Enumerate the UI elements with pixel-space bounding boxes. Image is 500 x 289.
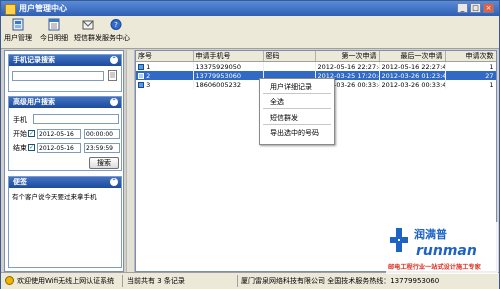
password-cell: [263, 61, 316, 71]
table-header: 序号 申请手机号 密码 第一次申请 最后一次申请 申请次数: [136, 51, 496, 62]
panel-header[interactable]: 便签 ⌃: [9, 177, 121, 188]
phone-cell: 13779953060: [193, 71, 264, 80]
apply-count-cell: 1: [445, 80, 496, 89]
toolbar-label: 短信群发: [74, 34, 102, 42]
search-button[interactable]: 搜索: [89, 157, 119, 169]
toolbar: 用户管理 今日明细 短信群发 ? 服务中心: [1, 16, 499, 49]
column-header[interactable]: 第一次申请: [315, 51, 380, 62]
document-icon[interactable]: [107, 70, 118, 81]
last-apply-cell: 2012-03-26 00:33:47: [379, 80, 446, 89]
end-time-value: 23:59:59: [86, 145, 113, 152]
start-date-picker[interactable]: 2012-05-16: [37, 129, 81, 139]
menu-item-export-selected[interactable]: 导出选中的号码: [270, 128, 319, 138]
end-date-value: 2012-05-16: [39, 145, 74, 152]
toolbar-daily-detail[interactable]: 今日明细: [39, 18, 69, 47]
svg-text:?: ?: [114, 21, 118, 29]
menu-item-sms-broadcast[interactable]: 短信群发: [270, 113, 298, 123]
end-date-picker[interactable]: 2012-05-16: [37, 143, 81, 153]
close-button[interactable]: ×: [483, 3, 494, 13]
start-time-value: 00:00:00: [86, 131, 113, 138]
toolbar-label: 今日明细: [40, 34, 68, 42]
phone-search-input[interactable]: [12, 71, 104, 81]
column-header[interactable]: 序号: [136, 51, 194, 62]
record-icon: [138, 81, 144, 88]
context-menu: 用户详细记录 全选 短信群发 导出选中的号码: [259, 78, 335, 145]
brand-english: runman: [416, 243, 477, 259]
start-time-picker[interactable]: 00:00:00: [84, 129, 120, 139]
row-number-cell: 2: [136, 71, 194, 80]
record-icon: [138, 72, 144, 79]
status-divider: [237, 275, 238, 287]
phone-cell: 18606005232: [193, 80, 264, 89]
memo-panel: 便签 ⌃ 有个客户说今天要过来拿手机: [8, 176, 122, 268]
panel-header[interactable]: 高级用户搜索 ⌃: [9, 97, 121, 108]
left-pane: 手机记录搜索 ⌃ 高级用户搜索 ⌃ 手机 开始 ✓ 2012-05-16 00:…: [4, 50, 124, 272]
column-header[interactable]: 密码: [263, 51, 316, 62]
user-manage-icon: [12, 18, 24, 31]
last-apply-cell: 2012-03-26 01:23:46: [379, 71, 446, 80]
menu-separator: [263, 93, 331, 94]
column-header[interactable]: 最后一次申请: [379, 51, 446, 62]
row-number: 3: [146, 80, 151, 89]
panel-header[interactable]: 手机记录搜索 ⌃: [9, 55, 121, 66]
advanced-search-panel: 高级用户搜索 ⌃ 手机 开始 ✓ 2012-05-16 00:00:00 结束 …: [8, 96, 122, 171]
toolbar-label: 服务中心: [102, 34, 130, 42]
app-icon: [5, 4, 16, 15]
panel-title: 手机记录搜索: [13, 56, 55, 64]
envelope-icon: [82, 20, 94, 30]
start-checkbox[interactable]: ✓: [28, 130, 35, 137]
window-title: 用户管理中心: [19, 4, 67, 13]
maximize-button[interactable]: □: [470, 3, 481, 13]
start-date-value: 2012-05-16: [39, 131, 74, 138]
collapse-icon[interactable]: ⌃: [110, 98, 118, 106]
brand-name: 润满普: [414, 227, 447, 241]
apply-count-cell: 1: [445, 61, 496, 71]
menu-separator: [263, 108, 331, 109]
toolbar-user-manage[interactable]: 用户管理: [3, 18, 33, 47]
row-number-cell: 1: [136, 61, 194, 71]
daily-detail-icon: [48, 18, 60, 31]
runman-logo: 润满普 runman 邮电工程行业一站式设计施工专家: [386, 222, 498, 274]
start-label: 开始: [13, 130, 27, 138]
phone-search-panel: 手机记录搜索 ⌃: [8, 54, 122, 92]
status-info-icon: [5, 276, 14, 285]
column-header[interactable]: 申请次数: [445, 51, 496, 62]
toolbar-sms-broadcast[interactable]: 短信群发: [73, 18, 103, 47]
status-company: 厦门雷泉网络科技有限公司 全国技术服务热线：13779953060: [241, 277, 440, 285]
column-header[interactable]: 申请手机号: [193, 51, 264, 62]
panel-title: 高级用户搜索: [13, 98, 55, 106]
status-welcome: 欢迎使用Wifi无线上网认证系统: [17, 277, 115, 285]
end-time-picker[interactable]: 23:59:59: [84, 143, 120, 153]
collapse-icon[interactable]: ⌃: [110, 178, 118, 186]
title-bar[interactable]: 用户管理中心 _ □ ×: [1, 1, 499, 16]
status-record-count: 当前共有 3 条记录: [127, 277, 185, 285]
toolbar-label: 用户管理: [4, 34, 32, 42]
end-checkbox[interactable]: ✓: [28, 144, 35, 151]
memo-text[interactable]: 有个客户说今天要过来拿手机: [12, 191, 120, 201]
splitter[interactable]: [126, 50, 135, 272]
menu-item-select-all[interactable]: 全选: [270, 97, 284, 107]
menu-separator: [263, 124, 331, 125]
status-bar: 欢迎使用Wifi无线上网认证系统 当前共有 3 条记录 厦门雷泉网络科技有限公司…: [1, 272, 499, 289]
row-number: 1: [146, 62, 151, 71]
first-apply-cell: 2012-05-16 22:27:48: [315, 61, 380, 71]
phone-label: 手机: [13, 116, 27, 124]
panel-title: 便签: [13, 178, 27, 186]
table-row[interactable]: 1 13375929050 2012-05-16 22:27:48 2012-0…: [136, 61, 496, 71]
row-number-cell: 3: [136, 80, 194, 89]
menu-item-user-detail[interactable]: 用户详细记录: [270, 82, 312, 92]
row-number: 2: [146, 71, 151, 80]
end-label: 结束: [13, 144, 27, 152]
record-icon: [138, 63, 144, 70]
minimize-button[interactable]: _: [457, 3, 468, 13]
last-apply-cell: 2012-05-16 22:27:48: [379, 61, 446, 71]
brand-slogan: 邮电工程行业一站式设计施工专家: [388, 263, 482, 271]
status-divider: [122, 275, 123, 287]
apply-count-cell: 27: [445, 71, 496, 80]
phone-cell: 13375929050: [193, 61, 264, 71]
collapse-icon[interactable]: ⌃: [110, 56, 118, 64]
toolbar-service-center[interactable]: ? 服务中心: [101, 18, 131, 47]
help-icon: ?: [110, 19, 122, 30]
phone-input[interactable]: [33, 114, 119, 124]
